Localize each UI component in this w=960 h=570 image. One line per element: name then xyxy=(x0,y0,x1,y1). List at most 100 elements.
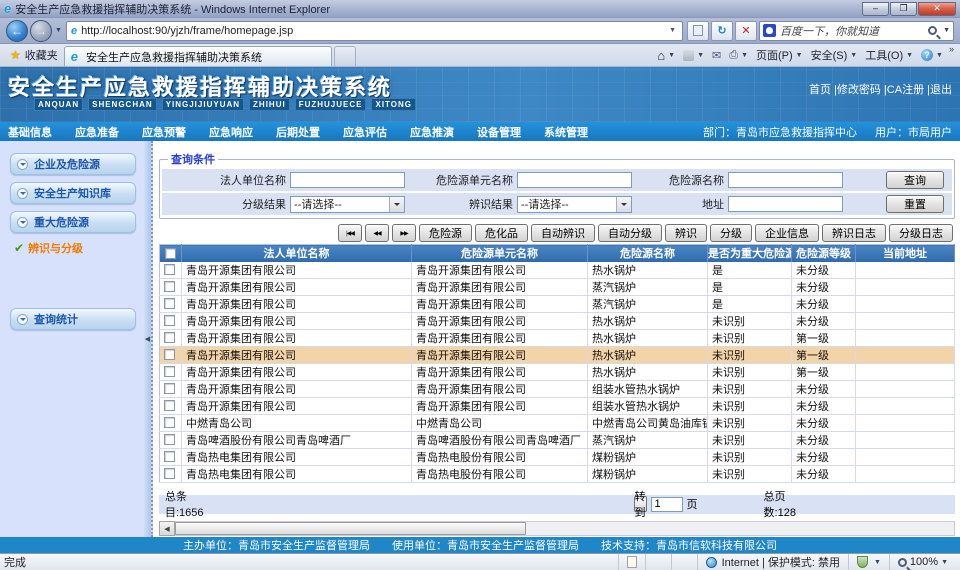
next-page-button[interactable]: ▶▶ xyxy=(392,224,416,242)
row-checkbox[interactable] xyxy=(164,417,175,428)
nav-item[interactable]: 应急准备 xyxy=(75,124,119,140)
table-row[interactable]: 青岛啤酒股份有限公司青岛啤酒厂青岛啤酒股份有限公司青岛啤酒厂蒸汽锅炉未识别未分级 xyxy=(160,431,955,448)
search-box[interactable]: 百度一下，你就知道 ▼ xyxy=(759,21,954,41)
close-button[interactable]: ✕ xyxy=(918,2,956,16)
prev-page-button[interactable]: ◀◀ xyxy=(365,224,389,242)
row-checkbox[interactable] xyxy=(164,451,175,462)
row-checkbox[interactable] xyxy=(164,468,175,479)
favorites-button[interactable]: ★ 收藏夹 xyxy=(4,44,64,66)
minimize-button[interactable]: – xyxy=(862,2,889,16)
search-dropdown-icon[interactable]: ▼ xyxy=(943,27,950,34)
nav-item[interactable]: 系统管理 xyxy=(544,124,588,140)
toolbar-button[interactable]: 辨识 xyxy=(665,224,707,242)
toolbar-button[interactable]: 危险源 xyxy=(419,224,472,242)
search-icon[interactable] xyxy=(928,26,937,35)
table-row[interactable]: 青岛热电集团有限公司青岛热电股份有限公司煤粉锅炉未识别未分级 xyxy=(160,465,955,482)
header-link-4[interactable]: 退出 xyxy=(930,84,952,96)
help-menu[interactable]: ?▼ xyxy=(917,49,947,61)
table-row[interactable]: 青岛开源集团有限公司青岛开源集团有限公司热水锅炉是未分级 xyxy=(160,262,955,279)
stop-button[interactable]: ✕ xyxy=(735,21,757,41)
row-checkbox[interactable] xyxy=(164,281,175,292)
field-select[interactable]: --请选择-- xyxy=(517,196,632,213)
sidebar-button[interactable]: 重大危险源 xyxy=(10,211,136,233)
table-row[interactable]: 青岛开源集团有限公司青岛开源集团有限公司热水锅炉未识别第一级 xyxy=(160,346,955,363)
table-row[interactable]: 青岛开源集团有限公司青岛开源集团有限公司热水锅炉未识别第一级 xyxy=(160,363,955,380)
nav-item[interactable]: 后期处置 xyxy=(276,124,320,140)
collapse-arrow-icon[interactable]: ◀ xyxy=(145,335,150,343)
sidebar-splitter[interactable]: ◀ xyxy=(144,141,153,537)
table-row[interactable]: 青岛热电集团有限公司青岛热电股份有限公司煤粉锅炉未识别未分级 xyxy=(160,448,955,465)
url-field[interactable]: e http://localhost:90/yjzh/frame/homepag… xyxy=(66,21,683,41)
protected-mode-cell[interactable]: ▼ xyxy=(848,554,889,570)
scroll-left-button[interactable]: ◀ xyxy=(159,521,175,536)
nav-item[interactable]: 应急推演 xyxy=(410,124,454,140)
toolbar-button[interactable]: 企业信息 xyxy=(755,224,819,242)
field-input[interactable] xyxy=(517,172,632,188)
header-link-2[interactable]: 修改密码 xyxy=(837,84,881,96)
reset-button[interactable]: 重置 xyxy=(886,195,944,213)
nav-item[interactable]: 基础信息 xyxy=(8,124,52,140)
print-button[interactable]: ⎙▼ xyxy=(725,49,752,62)
table-row[interactable]: 青岛开源集团有限公司青岛开源集团有限公司蒸汽锅炉是未分级 xyxy=(160,278,955,295)
table-row[interactable]: 中燃青岛公司中燃青岛公司中燃青岛公司黄岛油库锅炉未识别未分级 xyxy=(160,414,955,431)
page-number-input[interactable] xyxy=(651,497,683,512)
row-checkbox[interactable] xyxy=(164,332,175,343)
home-button[interactable]: ⌂▼ xyxy=(653,48,679,63)
safety-menu[interactable]: 安全(S)▼ xyxy=(807,47,862,63)
table-row[interactable]: 青岛开源集团有限公司青岛开源集团有限公司热水锅炉未识别未分级 xyxy=(160,312,955,329)
field-select[interactable]: --请选择-- xyxy=(290,196,405,213)
sidebar-button[interactable]: 查询统计 xyxy=(10,308,136,330)
horizontal-scrollbar[interactable]: ◀ xyxy=(159,521,955,536)
toolbar-button[interactable]: 辨识日志 xyxy=(822,224,886,242)
header-link-3[interactable]: CA注册 xyxy=(887,84,924,96)
tools-menu[interactable]: 工具(O)▼ xyxy=(861,47,917,63)
history-dropdown-icon[interactable]: ▼ xyxy=(55,27,62,34)
compatibility-view-button[interactable] xyxy=(687,21,709,41)
field-input[interactable] xyxy=(290,172,405,188)
nav-item[interactable]: 应急响应 xyxy=(209,124,253,140)
row-checkbox[interactable] xyxy=(164,366,175,377)
search-button[interactable]: 查询 xyxy=(886,171,944,189)
select-all-checkbox[interactable] xyxy=(165,248,176,259)
row-checkbox[interactable] xyxy=(164,400,175,411)
toolbar-button[interactable]: 分级 xyxy=(710,224,752,242)
sidebar-active-item[interactable]: ✔辨识与分级 xyxy=(14,240,136,256)
toolbar-button[interactable]: 自动分级 xyxy=(598,224,662,242)
search-input-text[interactable]: 百度一下，你就知道 xyxy=(780,23,928,39)
overflow-chevron-icon[interactable]: » xyxy=(947,44,956,54)
forward-button[interactable]: → xyxy=(30,20,52,42)
sidebar-button[interactable]: 安全生产知识库 xyxy=(10,182,136,204)
row-checkbox[interactable] xyxy=(164,383,175,394)
feeds-button[interactable]: ▼ xyxy=(679,50,708,61)
row-checkbox[interactable] xyxy=(164,434,175,445)
sidebar-button[interactable]: 企业及危险源 xyxy=(10,153,136,175)
nav-item[interactable]: 应急预警 xyxy=(142,124,186,140)
nav-item[interactable]: 设备管理 xyxy=(477,124,521,140)
toolbar-button[interactable]: 分级日志 xyxy=(889,224,953,242)
maximize-button[interactable]: ❐ xyxy=(890,2,917,16)
row-checkbox[interactable] xyxy=(164,264,175,275)
first-page-button[interactable]: |◀◀ xyxy=(338,224,362,242)
new-tab-stub[interactable] xyxy=(334,46,356,66)
row-checkbox[interactable] xyxy=(164,349,175,360)
row-checkbox[interactable] xyxy=(164,315,175,326)
nav-item[interactable]: 应急评估 xyxy=(343,124,387,140)
url-dropdown-icon[interactable]: ▼ xyxy=(667,27,678,34)
table-row[interactable]: 青岛开源集团有限公司青岛开源集团有限公司热水锅炉未识别第一级 xyxy=(160,329,955,346)
scrollbar-thumb[interactable] xyxy=(175,522,526,535)
field-input[interactable] xyxy=(728,172,843,188)
goto-page-button[interactable]: 转到 xyxy=(634,496,647,512)
toolbar-button[interactable]: 自动辨识 xyxy=(531,224,595,242)
toolbar-button[interactable]: 危化品 xyxy=(475,224,528,242)
row-checkbox[interactable] xyxy=(164,298,175,309)
scrollbar-track[interactable] xyxy=(175,521,955,536)
table-row[interactable]: 青岛开源集团有限公司青岛开源集团有限公司组装水管热水锅炉未识别未分级 xyxy=(160,380,955,397)
table-row[interactable]: 青岛开源集团有限公司青岛开源集团有限公司组装水管热水锅炉未识别未分级 xyxy=(160,397,955,414)
page-menu[interactable]: 页面(P)▼ xyxy=(752,47,807,63)
field-input[interactable] xyxy=(728,196,843,212)
refresh-button[interactable]: ↻ xyxy=(711,21,733,41)
browser-tab[interactable]: e 安全生产应急救援指挥辅助决策系统 xyxy=(64,46,332,66)
back-button[interactable]: ← xyxy=(6,20,28,42)
zoom-control[interactable]: 100% ▼ xyxy=(889,554,956,570)
header-link-1[interactable]: 首页 xyxy=(809,84,831,96)
